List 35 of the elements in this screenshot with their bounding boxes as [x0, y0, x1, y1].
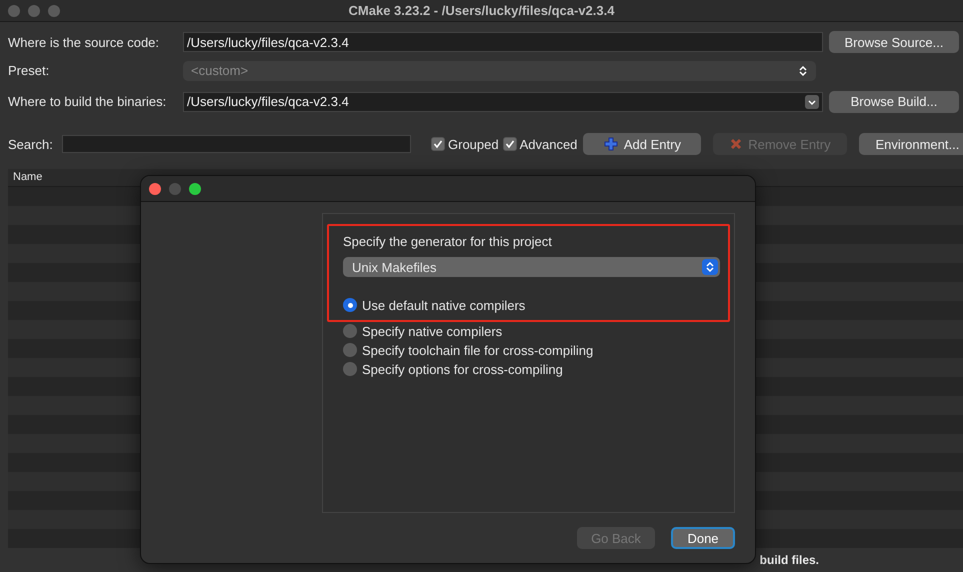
- compiler-radio[interactable]: Specify options for cross-compiling: [343, 361, 730, 377]
- compiler-radio[interactable]: Specify native compilers: [343, 323, 730, 339]
- updown-icon: [705, 261, 715, 273]
- status-text: build files.: [760, 552, 819, 567]
- browse-build-button[interactable]: Browse Build...: [829, 90, 959, 113]
- close-button[interactable]: [8, 5, 20, 17]
- build-label: Where to build the binaries:: [8, 94, 168, 110]
- plus-icon: [604, 137, 618, 152]
- dialog-button[interactable]: Done: [671, 527, 735, 549]
- minimize-button[interactable]: [169, 182, 181, 194]
- toolbar-button[interactable]: Add Entry: [583, 133, 702, 156]
- updown-icon: [798, 64, 808, 77]
- checkmark-icon: [504, 139, 515, 150]
- window-title: CMake 3.23.2 - /Users/lucky/files/qca-v2.3.4: [348, 2, 614, 18]
- generator-prompt: Specify the generator for this project: [343, 234, 553, 249]
- minimize-button[interactable]: [28, 5, 40, 17]
- option-checkbox[interactable]: Grouped: [431, 136, 499, 152]
- column-header[interactable]: Name: [13, 171, 42, 184]
- toolbar-button[interactable]: Environment...: [859, 133, 963, 156]
- checkmark-icon: [433, 139, 443, 150]
- cross-icon: [730, 138, 742, 150]
- chevron-down-icon: [805, 94, 819, 109]
- source-field[interactable]: /Users/lucky/files/qca-v2.3.4: [183, 32, 823, 52]
- option-checkbox[interactable]: Advanced: [502, 136, 578, 152]
- build-field[interactable]: /Users/lucky/files/qca-v2.3.4: [183, 92, 823, 112]
- compiler-radio[interactable]: Use default native compilers: [343, 297, 720, 313]
- search-field[interactable]: [62, 135, 411, 154]
- close-button[interactable]: [149, 182, 161, 194]
- preset-label: Preset:: [8, 63, 50, 78]
- source-label: Where is the source code:: [8, 34, 160, 50]
- compiler-radio[interactable]: Specify toolchain file for cross-compiling: [343, 342, 730, 358]
- browse-source-button[interactable]: Browse Source...: [829, 31, 959, 54]
- zoom-button[interactable]: [189, 182, 201, 194]
- generator-select[interactable]: Unix Makefiles: [343, 257, 720, 277]
- search-label: Search:: [8, 136, 54, 152]
